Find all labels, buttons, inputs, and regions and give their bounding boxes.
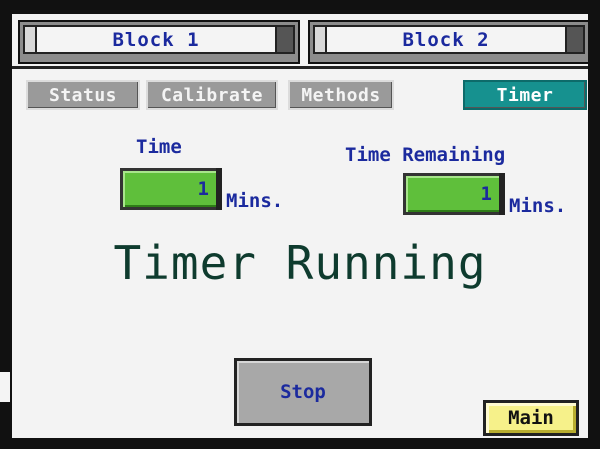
bezel-top [0,0,600,14]
timer-status-text: Timer Running [113,236,487,290]
tab-status[interactable]: Status [26,80,140,110]
time-remaining-edge [499,173,505,215]
time-label: Time [136,136,182,158]
tab-calibrate[interactable]: Calibrate [146,80,278,110]
tab-methods[interactable]: Methods [288,80,394,110]
tab-timer[interactable]: Timer [463,80,587,110]
block-tab-right [565,25,585,54]
time-remaining-display: 1 [403,173,505,215]
timer-screen: Block 1 Block 2 Status Calibrate Methods… [12,14,590,438]
time-units: Mins. [226,190,284,212]
block-tab-right [275,25,295,54]
block-2-selector[interactable]: Block 2 [308,20,590,64]
time-input-edge [216,168,222,210]
bezel-notch [0,372,10,402]
time-input[interactable]: 1 [120,168,222,210]
time-remaining-units: Mins. [509,195,567,217]
bezel-bottom [0,438,600,449]
time-remaining-label: Time Remaining [345,144,506,166]
stop-button[interactable]: Stop [234,358,372,426]
main-button[interactable]: Main [483,400,579,436]
block-1-selector[interactable]: Block 1 [18,20,300,64]
block-1-label: Block 1 [35,25,277,54]
header-divider [12,66,588,69]
block-2-label: Block 2 [325,25,567,54]
bezel-right [588,0,600,449]
